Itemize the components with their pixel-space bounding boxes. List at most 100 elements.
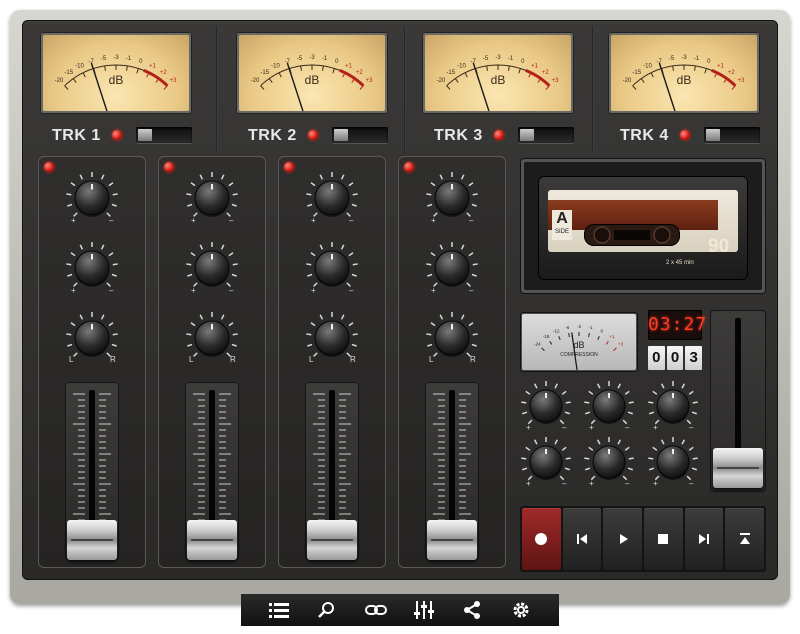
fader-handle[interactable] [307, 520, 357, 560]
knob-plus-mark: – [689, 479, 694, 488]
knob-tick [310, 182, 316, 187]
track-arm-switch[interactable] [136, 127, 192, 143]
fader-handle[interactable] [427, 520, 477, 560]
knob-tick [652, 390, 658, 395]
meter-tick-label: -3 [113, 55, 119, 61]
knob-tick [306, 333, 312, 336]
skip-back-button[interactable] [562, 508, 602, 570]
compression-tick-label: 0 [600, 329, 603, 334]
meter-tick-label: -5 [669, 56, 675, 62]
knob-tick [199, 244, 204, 250]
knob-tick [688, 446, 694, 451]
channel-fader[interactable] [65, 382, 119, 560]
knob-tick [471, 203, 477, 207]
knob-tick [565, 401, 571, 404]
compression-tick-label: -3 [577, 324, 581, 329]
knob-minus-mark: + [653, 423, 658, 432]
meter-unit: dB [108, 73, 124, 87]
knob-tick [628, 401, 634, 404]
fader-handle[interactable] [187, 520, 237, 560]
settings-button[interactable] [508, 597, 534, 623]
track-arm-switch[interactable] [518, 127, 574, 143]
equalizer-button[interactable] [411, 597, 437, 623]
meter-tick-label: 0 [521, 59, 525, 65]
knob-tick [186, 333, 192, 336]
knob-plus-mark: – [349, 286, 354, 295]
search-button[interactable] [314, 597, 340, 623]
pan-knob[interactable]: LR [421, 307, 483, 369]
vu-meter-face: -20 -15 -10 -7 -5 -3 -1 0 +1 +2 +3 dB [239, 35, 385, 111]
knob-plus-mark: – [562, 423, 567, 432]
knob-tick [66, 333, 72, 336]
knob-tick [67, 203, 73, 207]
knob-tick [310, 322, 316, 327]
stop-button[interactable] [644, 508, 683, 570]
record-button[interactable] [522, 508, 561, 570]
knob-tick [351, 203, 357, 207]
knob-tick [319, 244, 324, 250]
link-button[interactable] [363, 597, 389, 623]
gain-knob[interactable]: + – [181, 167, 243, 229]
counter-digit: 3 [685, 346, 703, 370]
eq-knob[interactable]: + – [421, 237, 483, 299]
knob-tick [472, 333, 478, 336]
knob-tick [67, 273, 73, 277]
knob-tick [628, 457, 634, 460]
track-label: TRK 4 [620, 127, 669, 144]
master-fader[interactable] [710, 310, 766, 492]
knob-tick [691, 467, 698, 471]
channel-led [164, 162, 174, 172]
knob-tick [190, 322, 196, 327]
meter-tick-label: -1 [508, 56, 514, 62]
link-icon [364, 605, 387, 615]
channel-fader[interactable] [305, 382, 359, 560]
pan-knob[interactable]: LR [61, 307, 123, 369]
knob-tick [533, 439, 538, 445]
pan-left-label: L [69, 355, 74, 364]
master-fader-handle[interactable] [713, 448, 763, 488]
effect-knob[interactable]: + – [579, 376, 639, 436]
counter-digit: 0 [648, 346, 665, 370]
play-button[interactable] [603, 508, 643, 570]
pan-knob[interactable]: LR [181, 307, 243, 369]
knob-tick [460, 174, 465, 180]
share-icon [464, 601, 481, 619]
share-button[interactable] [459, 597, 485, 623]
track-arm-switch[interactable] [332, 127, 388, 143]
knob-tick [688, 390, 694, 395]
eq-knob[interactable]: + – [181, 237, 243, 299]
effect-knob[interactable]: + – [643, 376, 703, 436]
list-button[interactable] [266, 597, 292, 623]
effect-knob[interactable]: + – [516, 432, 576, 492]
fader-handle[interactable] [67, 520, 117, 560]
eq-knob[interactable]: + – [301, 237, 363, 299]
knob-tick [617, 383, 622, 389]
compression-tick-label: +1 [609, 334, 615, 339]
pan-knob[interactable]: LR [301, 307, 363, 369]
effect-knob[interactable]: + – [579, 432, 639, 492]
knob-tick [340, 314, 345, 320]
knob-tick [319, 174, 324, 180]
channel-fader[interactable] [185, 382, 239, 560]
gain-knob[interactable]: + – [301, 167, 363, 229]
pan-left-label: L [189, 355, 194, 364]
skip-forward-button[interactable] [684, 508, 724, 570]
vu-meter: -20 -15 -10 -7 -5 -3 -1 0 +1 +2 +3 dB [608, 32, 760, 114]
knob-tick [351, 273, 357, 277]
eq-knob[interactable]: + – [61, 237, 123, 299]
gain-knob[interactable]: + – [421, 167, 483, 229]
knob-tick [426, 333, 432, 336]
gain-knob[interactable]: + – [61, 167, 123, 229]
effect-knob[interactable]: + – [516, 376, 576, 436]
track-arm-switch[interactable] [704, 127, 760, 143]
channel-fader[interactable] [425, 382, 479, 560]
knob-tick [533, 383, 538, 389]
cassette-side-label: A SIDE [552, 210, 572, 240]
knob-tick [340, 174, 345, 180]
meter-divider [404, 26, 406, 154]
pan-left-label: L [309, 355, 314, 364]
knob-tick [427, 273, 433, 277]
knob-tick [691, 411, 698, 415]
effect-knob[interactable]: + – [643, 432, 703, 492]
eject-button[interactable] [725, 508, 765, 570]
